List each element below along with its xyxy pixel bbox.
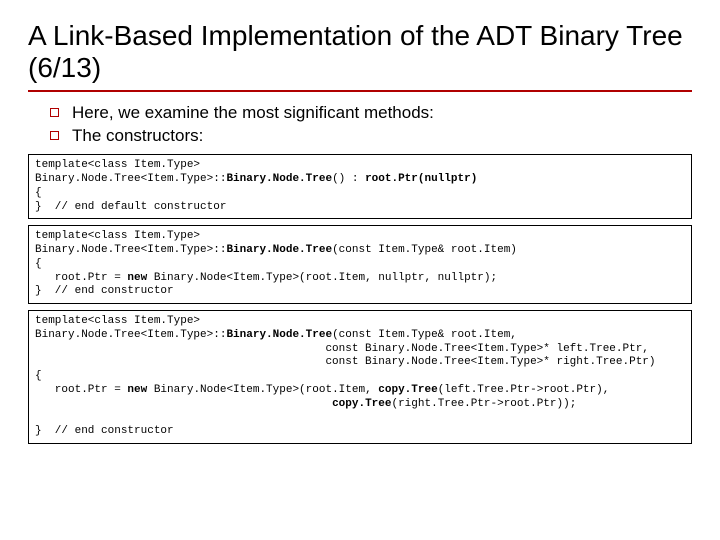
- code-text: root.Ptr =: [35, 272, 127, 284]
- code-text: () :: [332, 173, 365, 185]
- code-keyword: copy.Tree: [378, 384, 437, 396]
- code-text: Binary.Node.Tree<Item.Type>::: [35, 244, 226, 256]
- code-text: Binary.Node<Item.Type>(root.Item, nullpt…: [147, 272, 497, 284]
- code-line: } // end constructor: [35, 425, 174, 437]
- code-text: Binary.Node.Tree<Item.Type>::: [35, 329, 226, 341]
- code-text: (right.Tree.Ptr->root.Ptr));: [391, 398, 576, 410]
- code-line: {: [35, 187, 42, 199]
- code-text: (left.Tree.Ptr->root.Ptr),: [438, 384, 610, 396]
- code-block-2: template<class Item.Type> Binary.Node.Tr…: [28, 225, 692, 304]
- code-block-3: template<class Item.Type> Binary.Node.Tr…: [28, 310, 692, 444]
- code-keyword: copy.Tree: [332, 398, 391, 410]
- bullet-item: The constructors:: [50, 125, 692, 148]
- code-line: } // end constructor: [35, 285, 174, 297]
- code-keyword: Binary.Node.Tree: [226, 173, 332, 185]
- page-title: A Link-Based Implementation of the ADT B…: [28, 20, 692, 84]
- code-line: template<class Item.Type>: [35, 230, 200, 242]
- code-text: Binary.Node.Tree<Item.Type>::: [35, 173, 226, 185]
- code-keyword: root.Ptr(nullptr): [365, 173, 477, 185]
- title-rule: [28, 90, 692, 92]
- code-line: template<class Item.Type>: [35, 315, 200, 327]
- code-keyword: new: [127, 272, 147, 284]
- code-line: {: [35, 370, 42, 382]
- code-text: [35, 398, 332, 410]
- code-keyword: new: [127, 384, 147, 396]
- code-text: (const Item.Type& root.Item,: [332, 329, 517, 341]
- code-text: Binary.Node<Item.Type>(root.Item,: [147, 384, 378, 396]
- code-block-1: template<class Item.Type> Binary.Node.Tr…: [28, 154, 692, 219]
- code-text: (const Item.Type& root.Item): [332, 244, 517, 256]
- code-line: template<class Item.Type>: [35, 159, 200, 171]
- code-line: } // end default constructor: [35, 201, 226, 213]
- code-line: const Binary.Node.Tree<Item.Type>* left.…: [35, 343, 649, 355]
- code-line: const Binary.Node.Tree<Item.Type>* right…: [35, 356, 656, 368]
- code-keyword: Binary.Node.Tree: [226, 244, 332, 256]
- bullet-item: Here, we examine the most significant me…: [50, 102, 692, 125]
- code-line: {: [35, 258, 42, 270]
- code-keyword: Binary.Node.Tree: [226, 329, 332, 341]
- slide: A Link-Based Implementation of the ADT B…: [0, 0, 720, 540]
- code-text: root.Ptr =: [35, 384, 127, 396]
- bullet-list: Here, we examine the most significant me…: [50, 102, 692, 148]
